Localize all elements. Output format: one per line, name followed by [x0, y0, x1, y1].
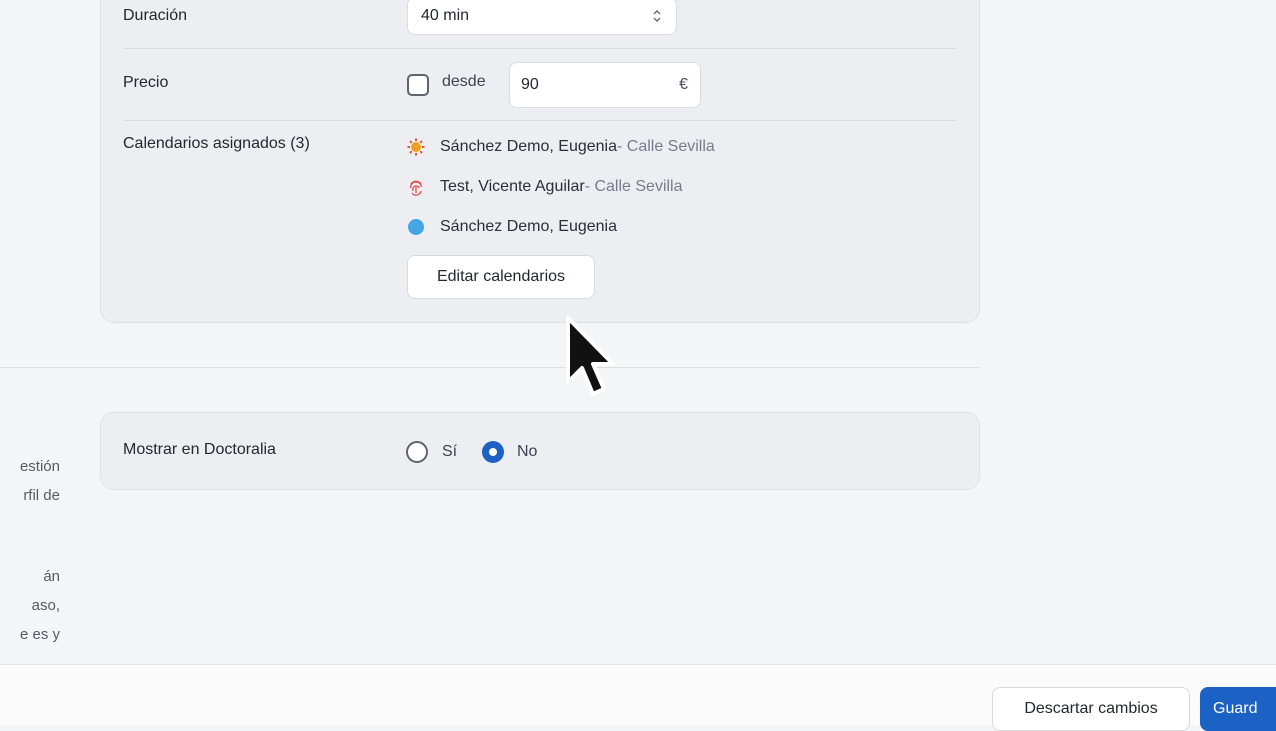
currency-symbol: € [679, 76, 688, 93]
discard-changes-button[interactable]: Descartar cambios [992, 687, 1190, 731]
calendar-name: Test, Vicente Aguilar [440, 178, 585, 195]
doctoralia-yes-radio[interactable] [406, 441, 428, 463]
price-from-label: desde [442, 73, 486, 90]
mouse-cursor-icon [566, 316, 615, 396]
calendar-item: Test, Vicente Aguilar - Calle Sevilla [407, 175, 683, 199]
updown-chevron-icon [653, 9, 661, 23]
calendar-item: Sánchez Demo, Eugenia [407, 215, 617, 239]
side-text-line: aso, [31, 597, 60, 614]
side-text-line: estión [19, 458, 60, 475]
sun-icon [407, 138, 425, 156]
doctoralia-no-radio[interactable] [482, 441, 504, 463]
doctoralia-card: Mostrar en Doctoralia Sí No [100, 412, 980, 490]
edit-calendars-button[interactable]: Editar calendarios [407, 255, 595, 299]
side-text-line: rfil de [23, 487, 60, 504]
divider [123, 120, 957, 121]
footer-bar: Descartar cambios Guard [0, 664, 1276, 731]
calendar-location: - Calle Sevilla [617, 138, 715, 155]
section-divider [0, 367, 980, 368]
calendar-name: Sánchez Demo, Eugenia [440, 138, 617, 155]
calendar-name: Sánchez Demo, Eugenia [440, 218, 617, 235]
calendar-location: - Calle Sevilla [584, 178, 683, 195]
service-settings-card: Duración 40 min Precio desde 90 € Calend… [100, 0, 980, 323]
dot-icon [407, 218, 425, 236]
fingerprint-icon [407, 178, 425, 196]
side-text-line: e es y [19, 626, 60, 643]
price-input[interactable]: 90 € [509, 62, 701, 108]
price-label: Precio [123, 74, 169, 91]
side-text-line: án [43, 568, 60, 585]
doctoralia-no-label: No [517, 443, 538, 460]
save-button[interactable]: Guard [1200, 687, 1276, 731]
duration-value: 40 min [421, 7, 470, 24]
calendars-label: Calendarios asignados (3) [123, 135, 310, 152]
calendar-item: Sánchez Demo, Eugenia - Calle Sevilla [407, 135, 715, 159]
price-value: 90 [521, 76, 539, 93]
duration-row: Duración 40 min [123, 0, 957, 35]
divider [123, 48, 957, 49]
doctoralia-label: Mostrar en Doctoralia [123, 441, 276, 458]
duration-label: Duración [123, 7, 188, 24]
doctoralia-yes-label: Sí [442, 443, 458, 460]
duration-select[interactable]: 40 min [407, 0, 677, 35]
price-row: Precio desde 90 € [123, 62, 957, 108]
price-from-checkbox[interactable] [407, 74, 429, 96]
